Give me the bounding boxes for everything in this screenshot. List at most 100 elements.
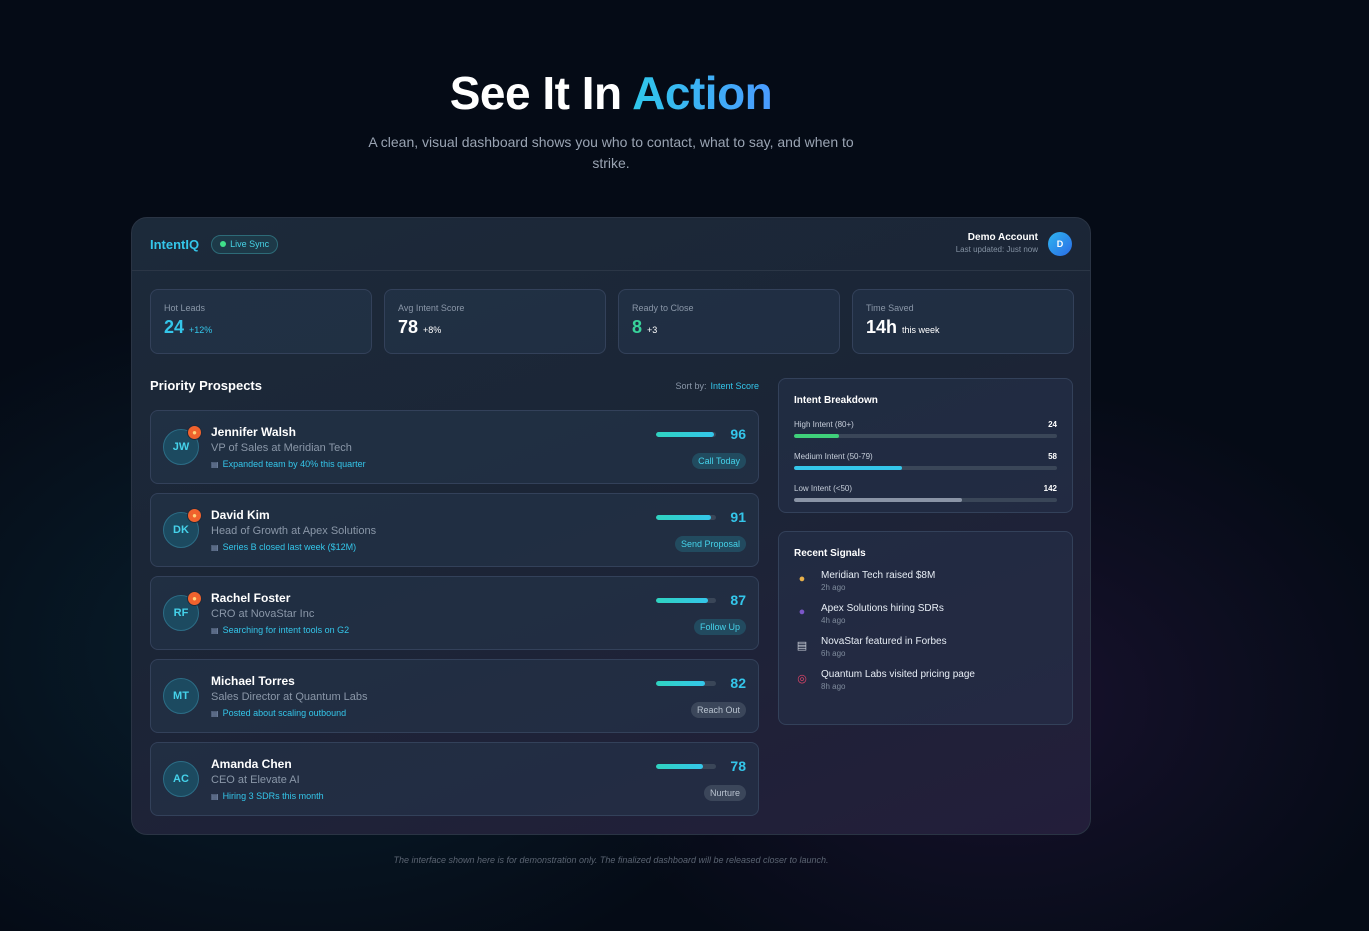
action-button[interactable]: Send Proposal	[674, 536, 746, 552]
intent-score: 91	[656, 509, 746, 525]
account-avatar[interactable]: D	[1048, 232, 1072, 256]
fire-icon: ●	[187, 425, 202, 440]
sort-control[interactable]: Sort by: Intent Score	[675, 381, 759, 391]
intent-score: 96	[656, 426, 746, 442]
demo-disclaimer: The interface shown here is for demonstr…	[393, 855, 829, 865]
signal-item[interactable]: ◎ Quantum Labs visited pricing page 8h ag…	[794, 669, 1057, 691]
stats-row: Hot Leads 24 +12% Avg Intent Score 78 +8% …	[150, 289, 1074, 354]
action-button[interactable]: Reach Out	[690, 702, 746, 718]
intent-score: 78	[656, 758, 746, 774]
breakdown-row-medium: Medium Intent (50-79) 58	[794, 452, 1057, 470]
score-fill	[656, 680, 706, 686]
score-value: 96	[730, 426, 746, 442]
prospects-list: JW ● Jennifer Walsh VP of Sales at Merid…	[150, 410, 759, 825]
prospect-signal-text: Expanded team by 40% this quarter	[222, 459, 366, 469]
prospect-name: Amanda Chen	[211, 757, 292, 771]
score-value: 78	[730, 758, 746, 774]
prospect-name: Jennifer Walsh	[211, 425, 296, 439]
prospect-signal-text: Hiring 3 SDRs this month	[222, 791, 324, 801]
newspaper-icon: ▤	[796, 639, 808, 652]
breakdown-bar	[794, 498, 1057, 502]
stat-delta: this week	[902, 325, 940, 335]
breakdown-value: 24	[1048, 420, 1057, 429]
prospect-role: CEO at Elevate AI	[211, 774, 300, 786]
signal-time: 8h ago	[821, 682, 846, 691]
action-button[interactable]: Nurture	[703, 785, 746, 801]
hero-title-main: See It In	[449, 67, 633, 119]
breakdown-fill	[794, 498, 963, 502]
prospect-signal-text: Posted about scaling outbound	[222, 708, 347, 718]
account-info: Demo Account Last updated: Just now	[956, 232, 1038, 254]
chart-icon: ▤	[211, 460, 219, 469]
brand-logo: IntentIQ	[150, 236, 200, 252]
score-bar	[656, 514, 716, 520]
score-fill	[656, 763, 703, 769]
breakdown-value: 142	[1043, 484, 1057, 493]
prospects-title: Priority Prospects	[150, 378, 262, 393]
score-value: 82	[730, 675, 746, 691]
breakdown-value: 58	[1048, 452, 1057, 461]
prospects-header: Priority Prospects Sort by: Intent Score	[150, 378, 759, 393]
breakdown-bar	[794, 434, 1057, 438]
prospect-card[interactable]: RF ● Rachel Foster CRO at NovaStar Inc ▤…	[150, 576, 759, 650]
breakdown-row-low: Low Intent (<50) 142	[794, 484, 1057, 502]
prospect-card[interactable]: DK ● David Kim Head of Growth at Apex So…	[150, 493, 759, 567]
chart-icon: ▤	[211, 792, 219, 801]
stat-ready-to-close: Ready to Close 8 +3	[618, 289, 840, 354]
breakdown-title: Intent Breakdown	[794, 395, 878, 406]
signal-time: 6h ago	[821, 649, 846, 658]
score-fill	[656, 431, 714, 437]
prospect-signal: ▤ Expanded team by 40% this quarter	[211, 459, 366, 469]
signal-item[interactable]: ▤ NovaStar featured in Forbes 6h ago	[794, 636, 1057, 658]
breakdown-label: Medium Intent (50-79)	[794, 452, 873, 461]
hero-title-accent: Action	[632, 67, 773, 119]
score-bar	[656, 680, 716, 686]
score-value: 87	[730, 592, 746, 608]
signal-item[interactable]: ● Meridian Tech raised $8M 2h ago	[794, 570, 1057, 592]
score-bar	[656, 763, 716, 769]
prospect-signal-text: Searching for intent tools on G2	[222, 625, 350, 635]
action-button[interactable]: Follow Up	[693, 619, 746, 635]
signal-text: Quantum Labs visited pricing page	[821, 669, 975, 680]
prospect-card[interactable]: JW ● Jennifer Walsh VP of Sales at Merid…	[150, 410, 759, 484]
score-fill	[656, 597, 709, 603]
stat-value: 78	[398, 317, 419, 337]
stat-delta: +8%	[423, 325, 442, 335]
sort-value[interactable]: Intent Score	[710, 381, 759, 391]
prospect-avatar: MT	[163, 678, 199, 714]
prospect-card[interactable]: AC Amanda Chen CEO at Elevate AI ▤ Hiring…	[150, 742, 759, 816]
intent-breakdown-card: Intent Breakdown High Intent (80+) 24 Med…	[778, 378, 1073, 513]
account-name: Demo Account	[967, 232, 1038, 243]
live-sync-label: Live Sync	[230, 239, 270, 249]
prospect-signal-text: Series B closed last week ($12M)	[222, 542, 357, 552]
stat-label: Hot Leads	[164, 303, 206, 313]
score-value: 91	[730, 509, 746, 525]
stat-hot-leads: Hot Leads 24 +12%	[150, 289, 372, 354]
stat-delta: +3	[647, 325, 658, 335]
prospect-name: David Kim	[211, 508, 270, 522]
score-fill	[656, 514, 711, 520]
chart-icon: ▤	[211, 626, 219, 635]
prospect-card[interactable]: MT Michael Torres Sales Director at Quan…	[150, 659, 759, 733]
stat-value: 8	[632, 317, 643, 337]
stat-value: 14h	[866, 317, 898, 337]
action-button[interactable]: Call Today	[692, 453, 746, 469]
breakdown-bar	[794, 466, 1057, 470]
recent-signals-card: Recent Signals ● Meridian Tech raised $8…	[778, 531, 1073, 725]
intent-score: 87	[656, 592, 746, 608]
live-dot-icon	[220, 241, 227, 247]
breakdown-label: Low Intent (<50)	[794, 484, 853, 493]
hero-section: See It In Action A clean, visual dashboa…	[0, 66, 1222, 174]
stat-label: Avg Intent Score	[398, 303, 465, 313]
prospect-role: VP of Sales at Meridian Tech	[211, 442, 352, 454]
prospect-role: Sales Director at Quantum Labs	[211, 691, 368, 703]
prospect-name: Michael Torres	[211, 674, 295, 688]
breakdown-label: High Intent (80+)	[794, 420, 854, 429]
breakdown-fill	[794, 466, 902, 470]
signal-item[interactable]: ● Apex Solutions hiring SDRs 4h ago	[794, 603, 1057, 625]
prospect-signal: ▤ Hiring 3 SDRs this month	[211, 791, 324, 801]
stat-time-saved: Time Saved 14h this week	[852, 289, 1074, 354]
stat-avg-intent: Avg Intent Score 78 +8%	[384, 289, 606, 354]
prospect-role: Head of Growth at Apex Solutions	[211, 525, 377, 537]
stat-delta: +12%	[189, 325, 213, 335]
